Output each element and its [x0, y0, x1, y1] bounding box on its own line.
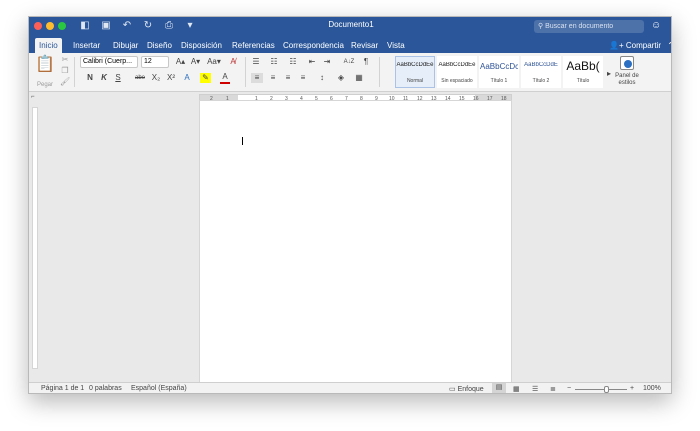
superscript-button[interactable]: X²	[165, 73, 177, 83]
font-name-select[interactable]: Calibri (Cuerp...	[80, 56, 138, 68]
tab-selector-icon[interactable]: ⌐	[31, 94, 35, 100]
tab-inicio[interactable]: Inicio	[35, 38, 62, 53]
tab-dibujar[interactable]: Dibujar	[109, 38, 142, 53]
zoom-slider[interactable]	[575, 389, 627, 390]
collapse-ribbon-icon[interactable]: ⌃	[667, 41, 671, 50]
decrease-indent-icon[interactable]: ⇤	[306, 57, 318, 67]
vertical-ruler[interactable]	[32, 107, 38, 369]
bullets-icon[interactable]: ☰	[250, 57, 262, 67]
outline-view-icon[interactable]: ☰	[532, 385, 538, 393]
bold-button[interactable]: N	[85, 73, 95, 83]
subscript-button[interactable]: X₂	[150, 73, 162, 83]
tab-referencias[interactable]: Referencias	[228, 38, 279, 53]
styles-pane-icon[interactable]	[620, 56, 634, 70]
style-preview: AaBbCcDdEe	[438, 62, 476, 68]
word-window: ◧ ▣ ↶ ↻ ⎙ ▾ Documento1 ⚲ Buscar en docum…	[28, 16, 672, 394]
document-page[interactable]	[199, 100, 512, 383]
show-formatting-icon[interactable]: ¶	[361, 57, 371, 67]
search-field[interactable]: ⚲ Buscar en documento	[534, 20, 644, 33]
zoom-in-button[interactable]: +	[630, 385, 634, 392]
text-effects-icon[interactable]: A	[182, 73, 192, 83]
style-titulo-2[interactable]: AaBbCcDdE Título 2	[521, 56, 561, 88]
cut-icon[interactable]: ✂	[60, 55, 70, 65]
numbering-icon[interactable]: ☷	[268, 57, 280, 67]
shrink-font-icon[interactable]: A▾	[189, 57, 202, 67]
clear-format-icon[interactable]: A̸	[227, 57, 239, 67]
style-name: Título 1	[490, 78, 508, 84]
style-titulo[interactable]: AaBb( Título	[563, 56, 603, 88]
increase-indent-icon[interactable]: ⇥	[321, 57, 333, 67]
style-preview: AaBbCcDc	[480, 62, 518, 71]
style-preview: AaBb(	[566, 59, 600, 73]
zoom-out-button[interactable]: −	[567, 385, 571, 392]
share-label: Compartir	[625, 41, 661, 50]
strikethrough-button[interactable]: abe	[133, 73, 147, 83]
multilevel-list-icon[interactable]: ☷	[287, 57, 299, 67]
sort-icon[interactable]: A↓Z	[342, 57, 356, 67]
change-case-icon[interactable]: Aa▾	[206, 57, 222, 67]
grow-font-icon[interactable]: A▴	[174, 57, 187, 67]
style-normal[interactable]: AaBbCcDdEe Normal	[395, 56, 435, 88]
print-layout-view-icon[interactable]: ▤	[492, 383, 506, 393]
align-right-button[interactable]: ≡	[282, 73, 294, 83]
paste-label: Pegar	[36, 82, 53, 88]
zoom-slider-thumb[interactable]	[603, 386, 609, 393]
language-indicator[interactable]: Español (España)	[131, 385, 187, 392]
tab-insertar[interactable]: Insertar	[69, 38, 104, 53]
font-color-icon[interactable]: A	[220, 72, 230, 84]
page-count[interactable]: Página 1 de 1	[41, 385, 84, 392]
style-name: Normal	[406, 78, 424, 84]
style-titulo-1[interactable]: AaBbCcDc Título 1	[479, 56, 519, 88]
styles-pane-label: Panel de estilos	[615, 73, 639, 86]
font-size-select[interactable]: 12	[141, 56, 169, 68]
underline-button[interactable]: S	[113, 73, 123, 83]
focus-label: Enfoque	[457, 386, 484, 393]
font-name-value: Calibri (Cuerp...	[83, 58, 133, 65]
zoom-level[interactable]: 100%	[643, 385, 661, 392]
copy-icon[interactable]: ❐	[60, 66, 70, 76]
tab-disposicion[interactable]: Disposición	[177, 38, 226, 53]
ribbon-separator	[379, 57, 380, 87]
text-cursor	[242, 137, 243, 145]
italic-button[interactable]: K	[99, 73, 109, 83]
ribbon-tabs: Inicio Insertar Dibujar Diseño Disposici…	[29, 36, 671, 53]
highlight-icon[interactable]: ✎	[200, 73, 211, 83]
ribbon-home: 📋 Pegar ✂ ❐ 🖌 Calibri (Cuerp... 12 A▴ A▾…	[29, 53, 671, 92]
style-name: Título	[576, 78, 590, 84]
draft-view-icon[interactable]: ≣	[550, 385, 556, 393]
share-button[interactable]: 👤+ Compartir ⌃	[609, 38, 671, 53]
share-icon: 👤+	[609, 41, 626, 50]
web-layout-view-icon[interactable]: ▦	[513, 385, 520, 393]
style-preview: AaBbCcDdE	[524, 62, 558, 68]
style-name: Sin espaciado	[441, 78, 473, 84]
status-bar: Página 1 de 1 0 palabras Español (España…	[29, 382, 671, 393]
feedback-icon[interactable]: ☺	[651, 20, 661, 32]
shading-icon[interactable]: ◈	[335, 73, 347, 83]
tab-revisar[interactable]: Revisar	[347, 38, 382, 53]
tab-diseno[interactable]: Diseño	[143, 38, 176, 53]
align-left-button[interactable]: ≡	[251, 73, 263, 83]
ribbon-separator	[245, 57, 246, 87]
search-placeholder: Buscar en documento	[545, 23, 614, 30]
borders-icon[interactable]: ▦	[353, 73, 365, 83]
tab-correspondencia[interactable]: Correspondencia	[279, 38, 348, 53]
focus-mode-button[interactable]: ▭ Enfoque	[449, 385, 484, 393]
format-painter-icon[interactable]: 🖌	[60, 77, 70, 87]
style-name: Título 2	[532, 78, 550, 84]
tab-vista[interactable]: Vista	[383, 38, 409, 53]
justify-button[interactable]: ≡	[297, 73, 309, 83]
paste-icon[interactable]: 📋	[35, 56, 55, 74]
style-sin-espaciado[interactable]: AaBbCcDdEe Sin espaciado	[437, 56, 477, 88]
title-bar: ◧ ▣ ↶ ↻ ⎙ ▾ Documento1 ⚲ Buscar en docum…	[29, 17, 671, 36]
align-center-button[interactable]: ≡	[267, 73, 279, 83]
ribbon-separator	[74, 57, 75, 87]
font-size-value: 12	[144, 58, 152, 65]
line-spacing-icon[interactable]: ↕	[316, 73, 328, 83]
word-count[interactable]: 0 palabras	[89, 385, 122, 392]
style-preview: AaBbCcDdEe	[396, 62, 434, 68]
focus-icon: ▭	[449, 386, 458, 393]
